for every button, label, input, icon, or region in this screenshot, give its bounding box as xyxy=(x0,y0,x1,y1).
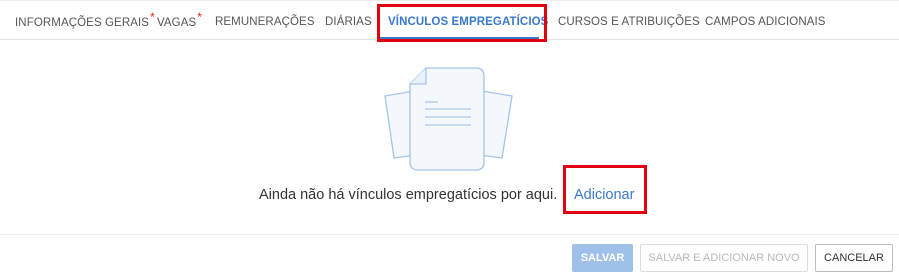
tab-informacoes-gerais[interactable]: INFORMAÇÕES GERAIS* xyxy=(15,10,155,31)
save-and-add-new-button[interactable]: SALVAR E ADICIONAR NOVO xyxy=(640,244,808,272)
tab-cursos-e-atribuicoes[interactable]: CURSOS E ATRIBUIÇÕES xyxy=(558,14,700,30)
tab-label: VAGAS xyxy=(157,17,197,29)
tab-remuneracoes[interactable]: REMUNERAÇÕES xyxy=(215,14,315,30)
tab-diarias[interactable]: DIÁRIAS xyxy=(325,14,372,30)
save-button[interactable]: SALVAR xyxy=(572,244,633,272)
tab-campos-adicionais[interactable]: CAMPOS ADICIONAIS xyxy=(705,14,826,30)
required-marker: * xyxy=(197,10,203,24)
cancel-button[interactable]: CANCELAR xyxy=(815,244,893,272)
footer-divider xyxy=(0,234,899,235)
document-stack-icon xyxy=(384,67,513,171)
tab-label: INFORMAÇÕES GERAIS xyxy=(15,17,150,29)
empty-state-message: Ainda não há vínculos empregatícios por … xyxy=(259,187,558,203)
required-marker: * xyxy=(150,10,155,24)
highlight-box-add xyxy=(563,165,647,214)
highlight-box-tab xyxy=(377,4,547,42)
tab-vagas[interactable]: VAGAS* xyxy=(157,10,202,31)
